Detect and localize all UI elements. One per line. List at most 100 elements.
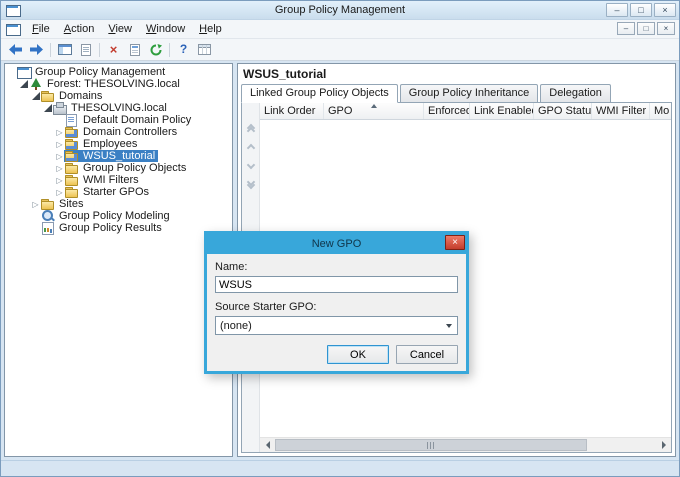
collapse-icon[interactable] — [31, 92, 40, 100]
domain-icon — [53, 102, 67, 115]
toolbar-separator — [169, 42, 170, 57]
console-tree: Group Policy Management Forest: THESOLVI… — [4, 63, 233, 457]
help-icon[interactable]: ? — [173, 40, 194, 59]
dialog-close-button[interactable]: × — [445, 235, 465, 250]
child-minimize-button[interactable]: – — [617, 22, 635, 35]
chevron-down-icon — [446, 324, 452, 328]
source-starter-gpo-select[interactable]: (none) — [215, 316, 458, 335]
tree-item-forest[interactable]: Forest: THESOLVING.local — [5, 78, 232, 90]
content-area: Group Policy Management Forest: THESOLVI… — [1, 61, 679, 460]
expand-icon[interactable] — [55, 176, 64, 185]
folder-icon — [41, 198, 55, 210]
toolbar-separator — [50, 42, 51, 57]
ou-folder-icon — [65, 138, 79, 150]
column-header-link-enabled[interactable]: Link Enabled — [470, 103, 534, 119]
horizontal-scrollbar[interactable] — [260, 437, 671, 452]
scroll-right-button[interactable] — [656, 438, 671, 452]
tree-item-wsus-tutorial[interactable]: WSUS_tutorial — [5, 150, 232, 162]
console-icon — [17, 66, 32, 79]
menu-bar: File Action View Window Help – □ × — [1, 20, 679, 39]
column-header-wmi-filter[interactable]: WMI Filter — [592, 103, 650, 119]
tree-item-domains[interactable]: Domains — [5, 90, 232, 102]
table-header: Link Order GPO Enforced Link Enabled GPO… — [260, 103, 671, 120]
scroll-left-button[interactable] — [260, 438, 275, 452]
tree-item-employees[interactable]: Employees — [5, 138, 232, 150]
tree-item-starter-gpos[interactable]: Starter GPOs — [5, 186, 232, 198]
delete-icon[interactable]: × — [103, 40, 124, 59]
folder-icon — [65, 174, 79, 186]
tree-item-group-policy-modeling[interactable]: Group Policy Modeling — [5, 210, 232, 222]
columns-icon[interactable] — [194, 40, 215, 59]
collapse-icon[interactable] — [19, 80, 28, 88]
minimize-button[interactable]: – — [606, 3, 628, 17]
menu-action[interactable]: Action — [57, 21, 102, 37]
properties-icon[interactable] — [124, 40, 145, 59]
maximize-button[interactable]: □ — [630, 3, 652, 17]
scrollbar-track[interactable] — [275, 438, 656, 452]
toolbar: × ? — [1, 39, 679, 61]
tree-item-domain[interactable]: THESOLVING.local — [5, 102, 232, 115]
move-link-to-top-button[interactable] — [246, 123, 255, 136]
status-bar — [1, 460, 679, 476]
expand-icon[interactable] — [31, 200, 40, 209]
tree-item-domain-controllers[interactable]: Domain Controllers — [5, 126, 232, 138]
ou-folder-icon — [65, 126, 79, 138]
column-header-modified[interactable]: Mo — [650, 103, 671, 119]
title-bar[interactable]: Group Policy Management – □ × — [1, 1, 679, 20]
folder-icon — [41, 90, 55, 102]
expand-icon[interactable] — [55, 188, 64, 197]
dialog-body: Name: Source Starter GPO: (none) OK Canc… — [207, 254, 466, 371]
menu-file[interactable]: File — [25, 21, 57, 37]
group-policy-management-window: Group Policy Management – □ × File Actio… — [0, 0, 680, 477]
close-button[interactable]: × — [654, 3, 676, 17]
expand-icon[interactable] — [55, 164, 64, 173]
new-gpo-dialog: New GPO × Name: Source Starter GPO: (non… — [204, 231, 469, 374]
move-link-up-button[interactable] — [246, 143, 255, 153]
column-header-enforced[interactable]: Enforced — [424, 103, 470, 119]
folder-icon — [65, 186, 79, 198]
gpo-name-input[interactable] — [215, 276, 458, 293]
column-header-gpo-status[interactable]: GPO Status — [534, 103, 592, 119]
scrollbar-thumb[interactable] — [275, 439, 588, 451]
tab-group-policy-inheritance[interactable]: Group Policy Inheritance — [399, 84, 539, 103]
forward-icon[interactable] — [26, 40, 47, 59]
back-icon[interactable] — [5, 40, 26, 59]
gpo-icon — [65, 114, 79, 127]
collapse-icon[interactable] — [43, 104, 52, 112]
tree-item-group-policy-objects[interactable]: Group Policy Objects — [5, 162, 232, 174]
refresh-icon[interactable] — [145, 40, 166, 59]
modeling-icon — [41, 210, 55, 222]
menu-view[interactable]: View — [101, 21, 139, 37]
expand-icon[interactable] — [55, 128, 64, 137]
ok-button[interactable]: OK — [327, 345, 389, 364]
export-list-icon[interactable] — [75, 40, 96, 59]
tab-linked-group-policy-objects[interactable]: Linked Group Policy Objects — [241, 84, 398, 103]
expand-icon[interactable] — [55, 152, 64, 161]
tab-delegation[interactable]: Delegation — [540, 84, 611, 103]
dialog-title-bar[interactable]: New GPO × — [207, 234, 466, 254]
tree-item-group-policy-results[interactable]: Group Policy Results — [5, 222, 232, 235]
results-icon — [41, 222, 55, 235]
tree-item-wmi-filters[interactable]: WMI Filters — [5, 174, 232, 186]
child-close-button[interactable]: × — [657, 22, 675, 35]
source-starter-gpo-label: Source Starter GPO: — [215, 301, 317, 313]
child-restore-button[interactable]: □ — [637, 22, 655, 35]
tree-item-sites[interactable]: Sites — [5, 198, 232, 210]
move-link-to-bottom-button[interactable] — [246, 177, 255, 190]
name-label: Name: — [215, 261, 248, 273]
toolbar-separator — [99, 42, 100, 57]
move-link-down-button[interactable] — [246, 160, 255, 170]
column-header-gpo[interactable]: GPO — [324, 103, 424, 119]
tree-item-root[interactable]: Group Policy Management — [5, 66, 232, 79]
column-header-link-order[interactable]: Link Order — [260, 103, 324, 119]
menu-window[interactable]: Window — [139, 21, 192, 37]
console-icon — [6, 23, 21, 36]
scrollbar-grip-icon — [427, 441, 436, 449]
cancel-button[interactable]: Cancel — [396, 345, 458, 364]
menu-help[interactable]: Help — [192, 21, 229, 37]
app-icon — [6, 4, 21, 17]
show-console-tree-icon[interactable] — [54, 40, 75, 59]
tree-item-default-domain-policy[interactable]: Default Domain Policy — [5, 114, 232, 127]
expand-icon[interactable] — [55, 140, 64, 149]
ou-folder-icon — [65, 150, 79, 162]
